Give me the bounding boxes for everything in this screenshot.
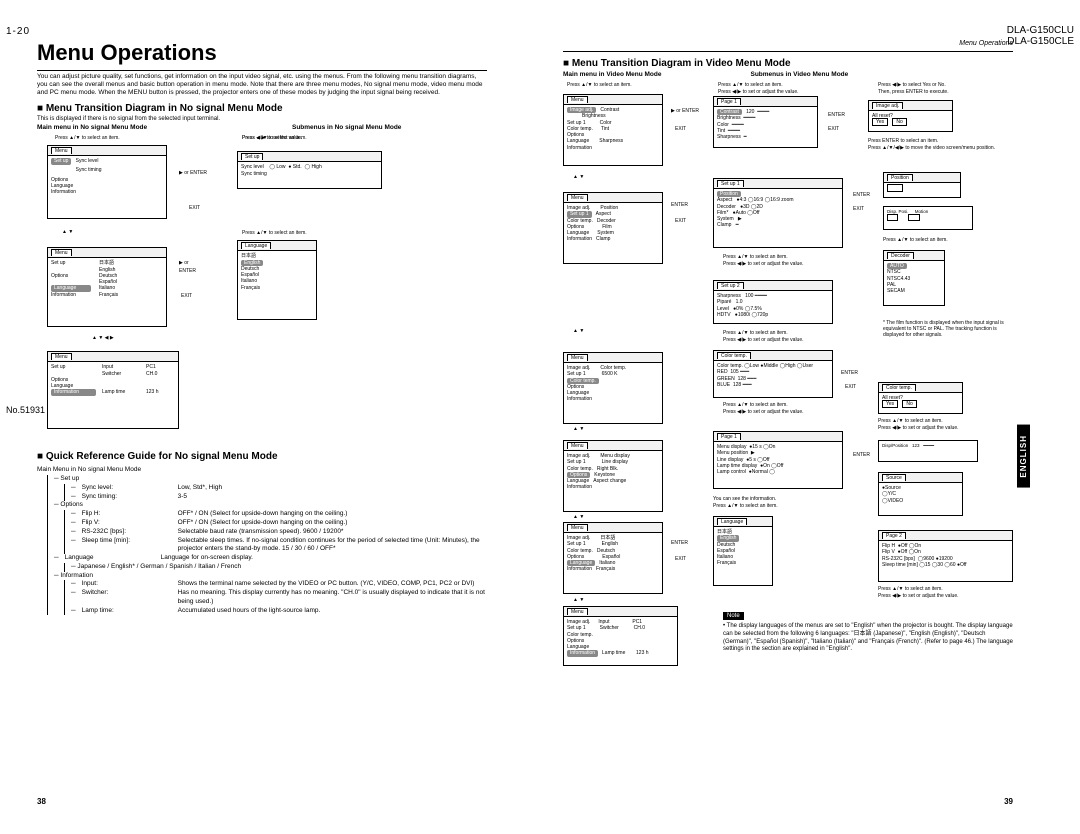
- submenu-language: Language 日本語 English Deutsch Español Ita…: [237, 240, 317, 320]
- sub-dispposition: Disp/Position 123 ━━━━: [878, 440, 978, 462]
- col-main-video: Main menu in Video Menu Mode: [563, 71, 721, 78]
- page-number-left: 38: [37, 797, 46, 806]
- main-image-adj: Menu Image adj.Contrast xxBrightness Set…: [563, 94, 663, 166]
- diagram-no-signal: Press ▲/▼ to select an item. Menu Set up…: [37, 135, 487, 445]
- hint-enter-sel: Press ENTER to select an item.: [868, 138, 938, 144]
- page-right: Menu Operations ■ Menu Transition Diagra…: [548, 30, 1028, 810]
- running-header: Menu Operations: [563, 40, 1013, 47]
- col-main-menu: Main menu in No signal Menu Mode: [37, 124, 262, 131]
- page-title: Menu Operations: [37, 40, 487, 66]
- page-left: Menu Operations You can adjust picture q…: [22, 30, 502, 810]
- sub-disp-posi: Disp. Posi. Motion: [883, 206, 973, 230]
- page-number-right: 39: [1004, 797, 1013, 806]
- submenu-setup: Set up Sync level ◯ Low ● Std. ◯ High Sy…: [237, 151, 382, 189]
- main-language: Menu Image adj.日本語 Set up 1English Color…: [563, 522, 663, 594]
- hint-v-1: Press ▲/▼ to select an item.: [567, 82, 632, 88]
- sub-source: Source ●Source ◯Y/C ◯VIDEO: [878, 472, 963, 516]
- label-exit-1: EXIT: [189, 205, 200, 211]
- hint-press-lr-1: Press ◀/▶ to set the value.: [242, 135, 302, 141]
- hint-press-ud-3: Press ▲/▼ to select an item.: [242, 230, 307, 236]
- sub-allreset: Image adj. All reset? Yes No: [868, 100, 953, 132]
- hint-v-4: Press ◀/▶ to select Yes or No.: [878, 82, 946, 88]
- main-menu-language: Menu Set up日本語 English OptionsDeutsch Es…: [47, 247, 167, 327]
- diagram-video: Press ▲/▼ to select an item. Press ▲/▼ t…: [563, 82, 1013, 672]
- main-information: Menu Image adj.InputPC1 Set up 1Switcher…: [563, 606, 678, 666]
- intro-paragraph: You can adjust picture quality, set func…: [37, 73, 487, 97]
- label-or-enter-1: ▶ or ENTER: [179, 170, 207, 176]
- main-setup1: Menu Image adj.Position Set up 1Aspect C…: [563, 192, 663, 264]
- main-menu-information: Menu Set upInputPC1 SwitcherCH.0 Options…: [47, 351, 179, 429]
- col-submenus: Submenus in No signal Menu Mode: [292, 124, 517, 131]
- hint-press-ud-1: Press ▲/▼ to select an item.: [55, 135, 120, 141]
- no-signal-subtitle: This is displayed if there is no signal …: [37, 116, 487, 122]
- sub-language: Language 日本語 English Deutsch Español Ita…: [713, 516, 773, 586]
- film-note: * The film function is displayed when th…: [883, 320, 1018, 338]
- quick-ref-tree: Main Menu in No signal Menu Mode Set up …: [37, 466, 487, 615]
- label-or-2: ▶ or: [179, 260, 189, 266]
- hint-v-5: Then, press ENTER to execute.: [878, 89, 949, 95]
- main-options: Menu Image adj.Menu display Set up 1Line…: [563, 440, 663, 512]
- sub-colorreset: Color temp. All reset? Yes No: [878, 382, 963, 414]
- sub-setup1: Set up 1 Position Aspect ●4:3 ◯16:9 ◯16:…: [713, 178, 843, 248]
- sub-options2: Page 2 Flip H ●Off ◯On Flip V ●Off ◯On R…: [878, 530, 1013, 582]
- section-no-signal: ■ Menu Transition Diagram in No signal M…: [37, 103, 487, 114]
- sub-options1: Page 1 Menu display ●15 s ◯On Menu posit…: [713, 431, 843, 489]
- english-side-tab: ENGLISH: [1017, 425, 1030, 488]
- label-enter-2: ENTER: [179, 268, 196, 274]
- sub-setup2: Set up 2 Sharpness 100 ━━━━ Piparé 1.0 L…: [713, 280, 833, 324]
- main-colortemp: Menu Image adj.Color temp. Set up 16500 …: [563, 352, 663, 424]
- col-sub-video: Submenus in Video Menu Mode: [751, 71, 1044, 78]
- sub-colortemp: Color temp. Color temp. ◯Low ●Middle ◯Hi…: [713, 350, 833, 398]
- hint-v-2: Press ▲/▼ to select an item.: [718, 82, 783, 88]
- sub-decoder: Decoder AUTO NTSC NTSC4.43 PAL SECAM: [883, 250, 945, 306]
- sub-page1: Page 1 Contrast 120 ━━━━ Brightness ━━━━…: [713, 96, 818, 148]
- hint-v-3: Press ◀/▶ to set or adjust the value.: [718, 89, 799, 95]
- sub-position: Position: [883, 172, 961, 198]
- main-menu-setup: Menu Set up Sync level Set up Sync timin…: [47, 145, 167, 219]
- section-video: ■ Menu Transition Diagram in Video Menu …: [563, 58, 1013, 69]
- label-exit-2: EXIT: [181, 293, 192, 299]
- section-quick-ref: ■ Quick Reference Guide for No signal Me…: [37, 451, 487, 462]
- hint-move: Press ▲/▼/◀/▶ to move the video screen/m…: [868, 145, 995, 151]
